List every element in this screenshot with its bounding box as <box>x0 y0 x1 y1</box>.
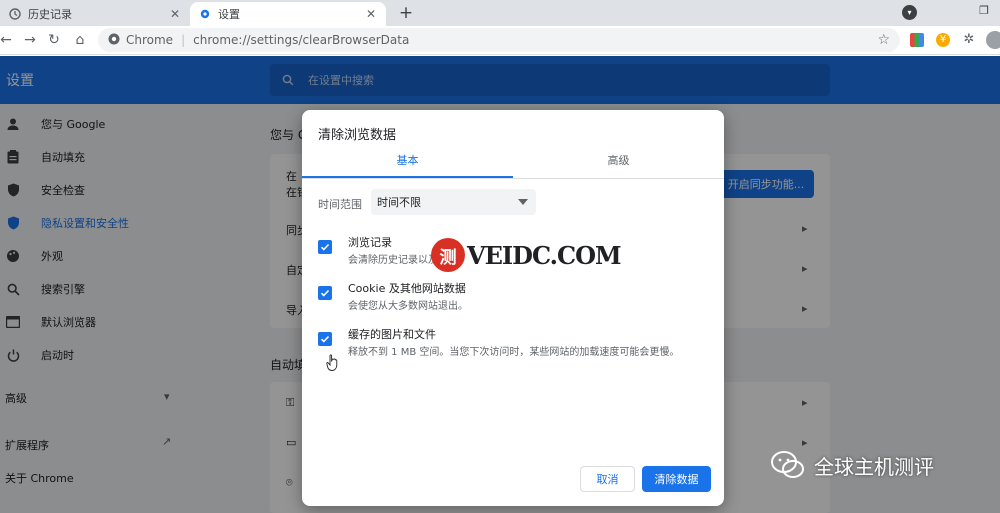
tab-settings[interactable]: 设置 ✕ <box>190 2 386 26</box>
separator: | <box>181 33 186 47</box>
avatar[interactable] <box>986 31 1000 49</box>
option-desc: 释放不到 1 MB 空间。当您下次访问时，某些网站的加载速度可能会更慢。 <box>348 347 680 358</box>
tab-label: 历史记录 <box>28 8 72 21</box>
option-desc: 会清除历史记录以及 <box>348 255 438 266</box>
checkbox-checked[interactable] <box>318 240 332 254</box>
chrome-icon <box>108 33 120 48</box>
tab-label: 设置 <box>218 8 240 21</box>
checkbox-checked[interactable] <box>318 332 332 346</box>
dropdown-arrow-icon <box>518 199 528 205</box>
address-bar[interactable]: Chrome | chrome://settings/clearBrowserD… <box>98 28 900 52</box>
profile-icon[interactable]: ▾ <box>902 5 917 20</box>
clear-data-button[interactable]: 清除数据 <box>642 466 711 492</box>
tab-advanced[interactable]: 高级 <box>513 150 724 178</box>
toolbar: ← → ↻ ⌂ Chrome | chrome://settings/clear… <box>0 26 1000 55</box>
option-cached-images[interactable]: 缓存的图片和文件 释放不到 1 MB 空间。当您下次访问时，某些网站的加载速度可… <box>318 326 708 362</box>
dialog-title: 清除浏览数据 <box>318 128 397 143</box>
watermark-wechat: 全球主机测评 <box>770 450 934 480</box>
bookmark-star-icon[interactable]: ☆ <box>877 32 890 48</box>
watermark-seal: 测 <box>431 238 465 272</box>
gear-icon <box>198 7 212 21</box>
cancel-button[interactable]: 取消 <box>580 466 635 492</box>
time-range-select[interactable]: 时间不限 <box>371 189 536 215</box>
option-desc: 会使您从大多数网站退出。 <box>348 301 468 312</box>
tab-basic[interactable]: 基本 <box>302 150 513 178</box>
back-icon[interactable]: ← <box>0 30 16 50</box>
time-range-value: 时间不限 <box>377 196 421 209</box>
tab-history[interactable]: 历史记录 ✕ <box>0 2 190 26</box>
home-icon[interactable]: ⌂ <box>70 30 90 50</box>
close-icon[interactable]: ✕ <box>166 7 184 21</box>
watermark-veidc: 测 VEIDC.COM <box>431 237 622 273</box>
option-title: 缓存的图片和文件 <box>348 328 436 341</box>
hand-cursor-icon <box>326 354 340 372</box>
tab-divider <box>302 178 724 179</box>
history-icon <box>8 7 22 21</box>
wechat-icon <box>770 450 806 480</box>
new-tab-button[interactable]: + <box>396 2 416 24</box>
site-label: Chrome <box>126 33 174 47</box>
yen-extension-icon[interactable]: ¥ <box>936 33 950 47</box>
tab-strip: 历史记录 ✕ 设置 ✕ + ▾ ❐ <box>0 0 1000 26</box>
time-range-label: 时间范围 <box>318 198 362 211</box>
clear-browsing-data-dialog: 清除浏览数据 基本 高级 时间范围 时间不限 浏览记录 会清除历史记录以及 Co… <box>302 110 724 506</box>
restore-window-icon[interactable]: ❐ <box>975 4 993 20</box>
watermark-text: VEIDC.COM <box>467 240 622 270</box>
puzzle-icon[interactable]: ✲ <box>962 33 976 47</box>
reload-icon[interactable]: ↻ <box>44 30 64 50</box>
option-title: 浏览记录 <box>348 236 392 249</box>
checkbox-checked[interactable] <box>318 286 332 300</box>
forward-icon[interactable]: → <box>20 30 40 50</box>
option-title: Cookie 及其他网站数据 <box>348 282 466 295</box>
extension-icon[interactable] <box>910 33 924 47</box>
option-cookies[interactable]: Cookie 及其他网站数据 会使您从大多数网站退出。 <box>318 280 708 316</box>
close-icon[interactable]: ✕ <box>362 7 380 21</box>
watermark-text: 全球主机测评 <box>814 454 934 479</box>
url-text: chrome://settings/clearBrowserData <box>193 33 410 47</box>
